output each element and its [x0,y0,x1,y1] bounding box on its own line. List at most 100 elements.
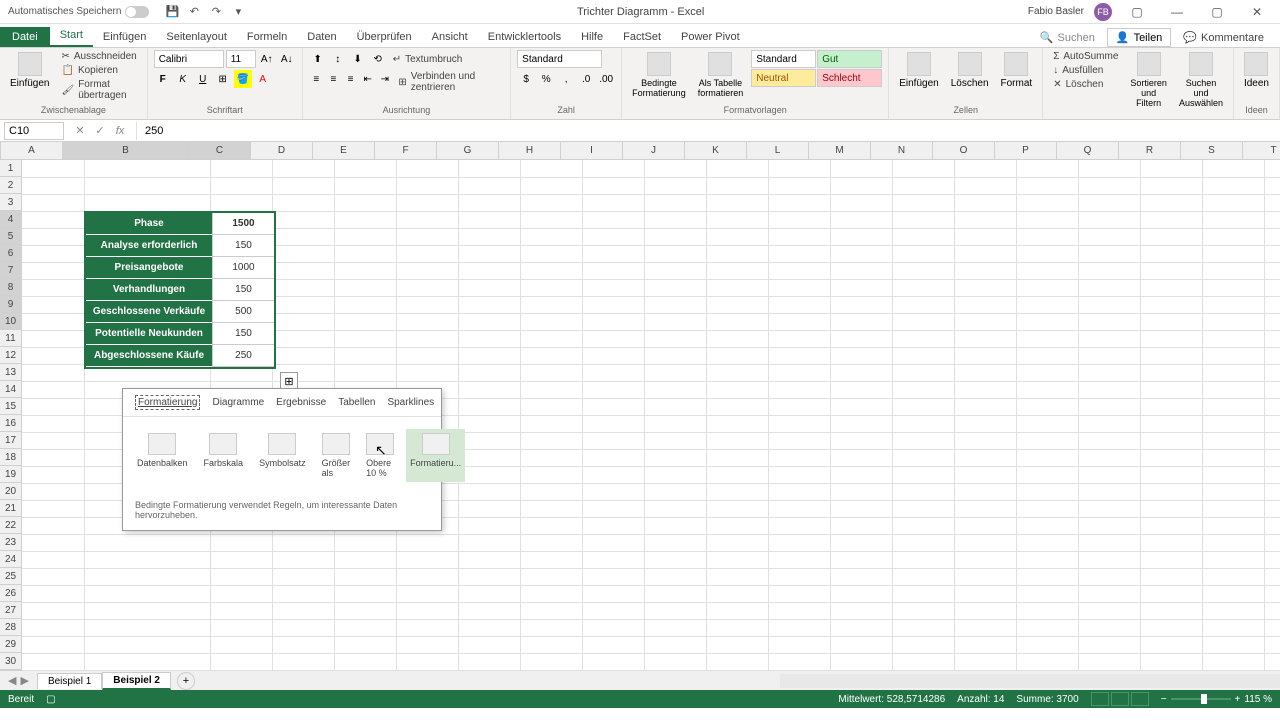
table-row[interactable]: Verhandlungen150 [86,279,274,301]
find-select-button[interactable]: Suchen und Auswählen [1175,50,1227,115]
col-header-K[interactable]: K [685,142,747,159]
row-header-15[interactable]: 15 [0,398,21,415]
col-header-G[interactable]: G [437,142,499,159]
align-bottom-icon[interactable]: ⬇ [349,50,367,68]
align-center-icon[interactable]: ≡ [326,70,341,88]
row-header-23[interactable]: 23 [0,534,21,551]
number-format-select[interactable]: Standard [517,50,602,68]
col-header-L[interactable]: L [747,142,809,159]
tab-help[interactable]: Hilfe [571,27,613,47]
row-header-19[interactable]: 19 [0,466,21,483]
row-header-13[interactable]: 13 [0,364,21,381]
fx-icon[interactable]: fx [112,123,128,139]
qa-option-3[interactable]: Größer als [318,429,355,482]
qa-tab-0[interactable]: Formatierung [135,395,200,410]
row-header-11[interactable]: 11 [0,330,21,347]
col-header-Q[interactable]: Q [1057,142,1119,159]
col-header-J[interactable]: J [623,142,685,159]
col-header-M[interactable]: M [809,142,871,159]
minimize-icon[interactable]: — [1162,2,1192,22]
col-header-T[interactable]: T [1243,142,1280,159]
format-as-table-button[interactable]: Als Tabelle formatieren [694,50,748,105]
format-cells-button[interactable]: Format [997,50,1037,105]
col-header-O[interactable]: O [933,142,995,159]
row-header-16[interactable]: 16 [0,415,21,432]
increase-font-icon[interactable]: A↑ [258,50,276,68]
currency-icon[interactable]: $ [517,70,535,88]
row-header-22[interactable]: 22 [0,517,21,534]
row-header-27[interactable]: 27 [0,602,21,619]
close-icon[interactable]: ✕ [1242,2,1272,22]
table-row[interactable]: Analyse erforderlich150 [86,235,274,257]
border-button[interactable]: ⊞ [214,70,232,88]
accept-formula-icon[interactable]: ✓ [92,123,108,139]
font-name-select[interactable]: Calibri [154,50,224,68]
sheet-nav-prev-icon[interactable]: ◀ [8,674,16,687]
table-row[interactable]: Phase1500 [86,213,274,235]
col-header-H[interactable]: H [499,142,561,159]
table-row[interactable]: Abgeschlossene Käufe250 [86,345,274,367]
align-top-icon[interactable]: ⬆ [309,50,327,68]
add-sheet-button[interactable]: + [177,672,195,690]
font-size-select[interactable]: 11 [226,50,256,68]
insert-cells-button[interactable]: Einfügen [895,50,942,105]
autosum-button[interactable]: ΣAutoSumme [1049,50,1122,63]
paste-button[interactable]: Einfügen [6,50,53,105]
tab-file[interactable]: Datei [0,27,50,47]
row-header-1[interactable]: 1 [0,160,21,177]
autosave-toggle[interactable]: Automatisches Speichern [0,6,157,18]
col-header-D[interactable]: D [251,142,313,159]
col-header-F[interactable]: F [375,142,437,159]
sort-filter-button[interactable]: Sortieren und Filtern [1126,50,1171,115]
data-table[interactable]: Phase1500Analyse erforderlich150Preisang… [84,211,276,369]
cancel-formula-icon[interactable]: ✕ [72,123,88,139]
name-box[interactable]: C10 [4,122,64,140]
customize-qat-icon[interactable]: ▾ [231,5,245,19]
search-box[interactable]: 🔍 Suchen [1032,29,1103,46]
sheet-nav-next-icon[interactable]: ▶ [20,674,28,687]
zoom-out-icon[interactable]: − [1161,694,1167,705]
view-page-break-icon[interactable] [1131,692,1149,706]
tab-powerpivot[interactable]: Power Pivot [671,27,750,47]
bold-button[interactable]: F [154,70,172,88]
row-header-9[interactable]: 9 [0,296,21,313]
qa-tab-3[interactable]: Tabellen [338,395,375,410]
table-row[interactable]: Potentielle Neukunden150 [86,323,274,345]
col-header-A[interactable]: A [1,142,63,159]
underline-button[interactable]: U [194,70,212,88]
tab-start[interactable]: Start [50,25,93,47]
tab-data[interactable]: Daten [297,27,346,47]
tab-factset[interactable]: FactSet [613,27,671,47]
col-header-N[interactable]: N [871,142,933,159]
cut-button[interactable]: ✂Ausschneiden [57,50,140,63]
style-schlecht[interactable]: Schlecht [817,69,882,87]
clear-button[interactable]: ✕Löschen [1049,78,1122,91]
style-gut[interactable]: Gut [817,50,882,68]
sheet-tab-1[interactable]: Beispiel 1 [37,673,102,689]
row-header-3[interactable]: 3 [0,194,21,211]
qa-option-0[interactable]: Datenbalken [133,429,192,482]
align-middle-icon[interactable]: ↕ [329,50,347,68]
orientation-icon[interactable]: ⟲ [369,50,387,68]
qa-tab-2[interactable]: Ergebnisse [276,395,326,410]
tab-insert[interactable]: Einfügen [93,27,156,47]
tab-layout[interactable]: Seitenlayout [156,27,237,47]
qa-option-4[interactable]: Obere 10 % [362,429,398,482]
row-header-21[interactable]: 21 [0,500,21,517]
col-header-I[interactable]: I [561,142,623,159]
row-header-14[interactable]: 14 [0,381,21,398]
table-row[interactable]: Geschlossene Verkäufe500 [86,301,274,323]
col-header-B[interactable]: B [63,142,189,159]
row-header-6[interactable]: 6 [0,245,21,262]
col-header-R[interactable]: R [1119,142,1181,159]
row-header-5[interactable]: 5 [0,228,21,245]
col-header-C[interactable]: C [189,142,251,159]
save-icon[interactable]: 💾 [165,5,179,19]
zoom-slider[interactable] [1171,698,1231,700]
qa-option-5[interactable]: Formatieru... [406,429,465,482]
qa-option-1[interactable]: Farbskala [200,429,248,482]
formula-input[interactable]: 250 [136,122,1280,140]
col-header-P[interactable]: P [995,142,1057,159]
row-header-2[interactable]: 2 [0,177,21,194]
align-right-icon[interactable]: ≡ [343,70,358,88]
